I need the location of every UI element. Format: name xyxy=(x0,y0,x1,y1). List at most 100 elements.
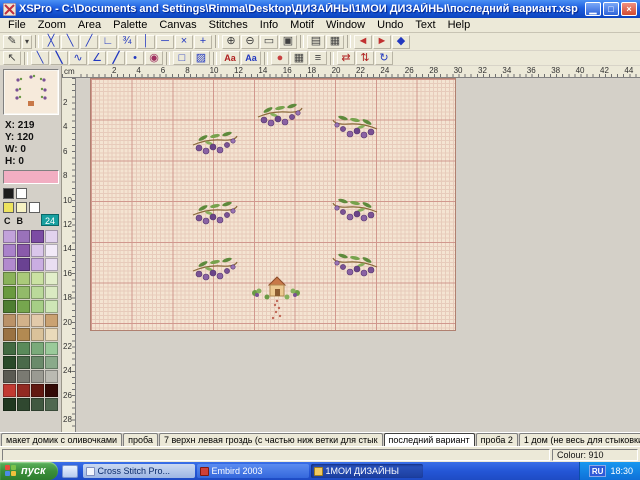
half-stitch-back-button[interactable]: ╲ xyxy=(61,35,79,49)
text-sans-button[interactable]: Aa xyxy=(241,51,261,65)
taskbar-clock[interactable]: 18:30 xyxy=(610,466,633,476)
print-button[interactable]: ▤ xyxy=(307,35,325,49)
menu-window[interactable]: Window xyxy=(320,18,371,33)
palette-swatch[interactable] xyxy=(31,230,44,243)
palette-swatch[interactable] xyxy=(17,342,30,355)
palette-swatch[interactable] xyxy=(17,230,30,243)
palette-swatch[interactable] xyxy=(31,398,44,411)
pencil-mode-dropdown[interactable]: ▾ xyxy=(22,35,32,49)
palette-swatch[interactable] xyxy=(31,286,44,299)
grid-toggle-button[interactable]: ▦ xyxy=(290,51,308,65)
menu-help[interactable]: Help xyxy=(442,18,477,33)
palette-swatch[interactable] xyxy=(3,314,16,327)
palette-colors-button[interactable]: ● xyxy=(271,51,289,65)
palette-swatch[interactable] xyxy=(3,272,16,285)
palette-swatch[interactable] xyxy=(17,258,30,271)
color-swatch[interactable] xyxy=(3,202,14,213)
palette-swatch[interactable] xyxy=(45,244,58,257)
menu-motif[interactable]: Motif xyxy=(284,18,320,33)
pencil-tool[interactable]: ✎ xyxy=(3,35,21,49)
backstitch-curve-button[interactable]: ∿ xyxy=(69,51,87,65)
palette-swatch[interactable] xyxy=(3,370,16,383)
vertical-stitch-button[interactable]: │ xyxy=(137,35,155,49)
palette-swatch[interactable] xyxy=(3,356,16,369)
menu-text[interactable]: Text xyxy=(409,18,441,33)
design-tab[interactable]: 1 дом (не весь для стыковки) xyxy=(519,433,640,446)
flip-horizontal-button[interactable]: ⇄ xyxy=(337,51,355,65)
palette-swatch[interactable] xyxy=(3,342,16,355)
rulers-toggle-button[interactable]: ≡ xyxy=(309,51,327,65)
palette-swatch[interactable] xyxy=(45,272,58,285)
thumbnails-button[interactable]: ▦ xyxy=(326,35,344,49)
design-tab[interactable]: последний вариант xyxy=(384,433,475,446)
palette-swatch[interactable] xyxy=(3,300,16,313)
backstitch-thin-button[interactable]: ╲ xyxy=(31,51,49,65)
design-tab[interactable]: проба xyxy=(123,433,158,446)
minimize-button[interactable]: ▁ xyxy=(585,2,601,16)
menu-area[interactable]: Area xyxy=(72,18,107,33)
palette-swatch[interactable] xyxy=(31,342,44,355)
close-button[interactable]: × xyxy=(621,2,637,16)
palette-swatch[interactable] xyxy=(45,328,58,341)
horizontal-stitch-button[interactable]: ─ xyxy=(156,35,174,49)
menu-palette[interactable]: Palette xyxy=(107,18,153,33)
palette-swatch[interactable] xyxy=(45,286,58,299)
text-serif-button[interactable]: Aa xyxy=(220,51,240,65)
palette-swatch[interactable] xyxy=(17,272,30,285)
palette-swatch[interactable] xyxy=(17,398,30,411)
color-swatch[interactable] xyxy=(16,188,27,199)
menu-undo[interactable]: Undo xyxy=(371,18,409,33)
taskbar-button[interactable]: Cross Stitch Pro... xyxy=(83,464,195,478)
taskbar-button[interactable]: 1МОИ ДИЗАЙНЫ xyxy=(311,464,423,478)
menu-zoom[interactable]: Zoom xyxy=(32,18,72,33)
design-preview-thumbnail[interactable] xyxy=(3,69,59,115)
palette-swatch[interactable] xyxy=(3,384,16,397)
design-tab[interactable]: 7 верхн левая гроздь (с частью ниж ветки… xyxy=(159,433,383,446)
double-cross-stitch-button[interactable]: + xyxy=(194,35,212,49)
start-button[interactable]: пуск xyxy=(0,462,58,480)
palette-swatch[interactable] xyxy=(3,398,16,411)
zoom-in-button[interactable]: ⊕ xyxy=(222,35,240,49)
color-swatch[interactable] xyxy=(3,188,14,199)
palette-swatch[interactable] xyxy=(45,384,58,397)
palette-swatch[interactable] xyxy=(31,384,44,397)
language-indicator[interactable]: RU xyxy=(589,465,607,477)
flip-vertical-button[interactable]: ⇅ xyxy=(356,51,374,65)
palette-swatch[interactable] xyxy=(45,398,58,411)
palette-swatch[interactable] xyxy=(45,300,58,313)
quick-launch-icon[interactable] xyxy=(62,465,78,478)
french-knot-button[interactable]: • xyxy=(126,51,144,65)
motif-library-button[interactable]: ◆ xyxy=(392,35,410,49)
palette-swatch[interactable] xyxy=(31,370,44,383)
palette-swatch[interactable] xyxy=(31,244,44,257)
palette-swatch[interactable] xyxy=(31,272,44,285)
palette-swatch[interactable] xyxy=(45,370,58,383)
bead-button[interactable]: ◉ xyxy=(145,51,163,65)
palette-swatch[interactable] xyxy=(17,286,30,299)
palette-swatch[interactable] xyxy=(3,286,16,299)
palette-swatch[interactable] xyxy=(31,258,44,271)
quarter-stitch-button[interactable]: ∟ xyxy=(99,35,117,49)
design-tab[interactable]: проба 2 xyxy=(476,433,518,446)
palette-swatch[interactable] xyxy=(31,300,44,313)
palette-swatch[interactable] xyxy=(17,370,30,383)
scroll-left-button[interactable]: ◄ xyxy=(354,35,372,49)
taskbar-button[interactable]: Embird 2003 xyxy=(197,464,309,478)
palette-swatch[interactable] xyxy=(45,314,58,327)
palette-swatch[interactable] xyxy=(17,314,30,327)
palette-swatch[interactable] xyxy=(3,244,16,257)
color-swatch[interactable] xyxy=(16,202,27,213)
palette-swatch[interactable] xyxy=(45,258,58,271)
palette-swatch[interactable] xyxy=(31,328,44,341)
palette-swatch[interactable] xyxy=(45,342,58,355)
zoom-area-button[interactable]: ▭ xyxy=(260,35,278,49)
design-tab[interactable]: макет домик с оливочками xyxy=(1,433,122,446)
menu-canvas[interactable]: Canvas xyxy=(153,18,202,33)
palette-swatch[interactable] xyxy=(17,328,30,341)
palette-swatch[interactable] xyxy=(17,300,30,313)
color-swatch[interactable] xyxy=(29,202,40,213)
current-color-swatch[interactable] xyxy=(3,170,59,184)
fill-tool-button[interactable]: ▨ xyxy=(192,51,210,65)
longstitch-button[interactable]: ╱ xyxy=(107,51,125,65)
backstitch-polyline-button[interactable]: ∠ xyxy=(88,51,106,65)
